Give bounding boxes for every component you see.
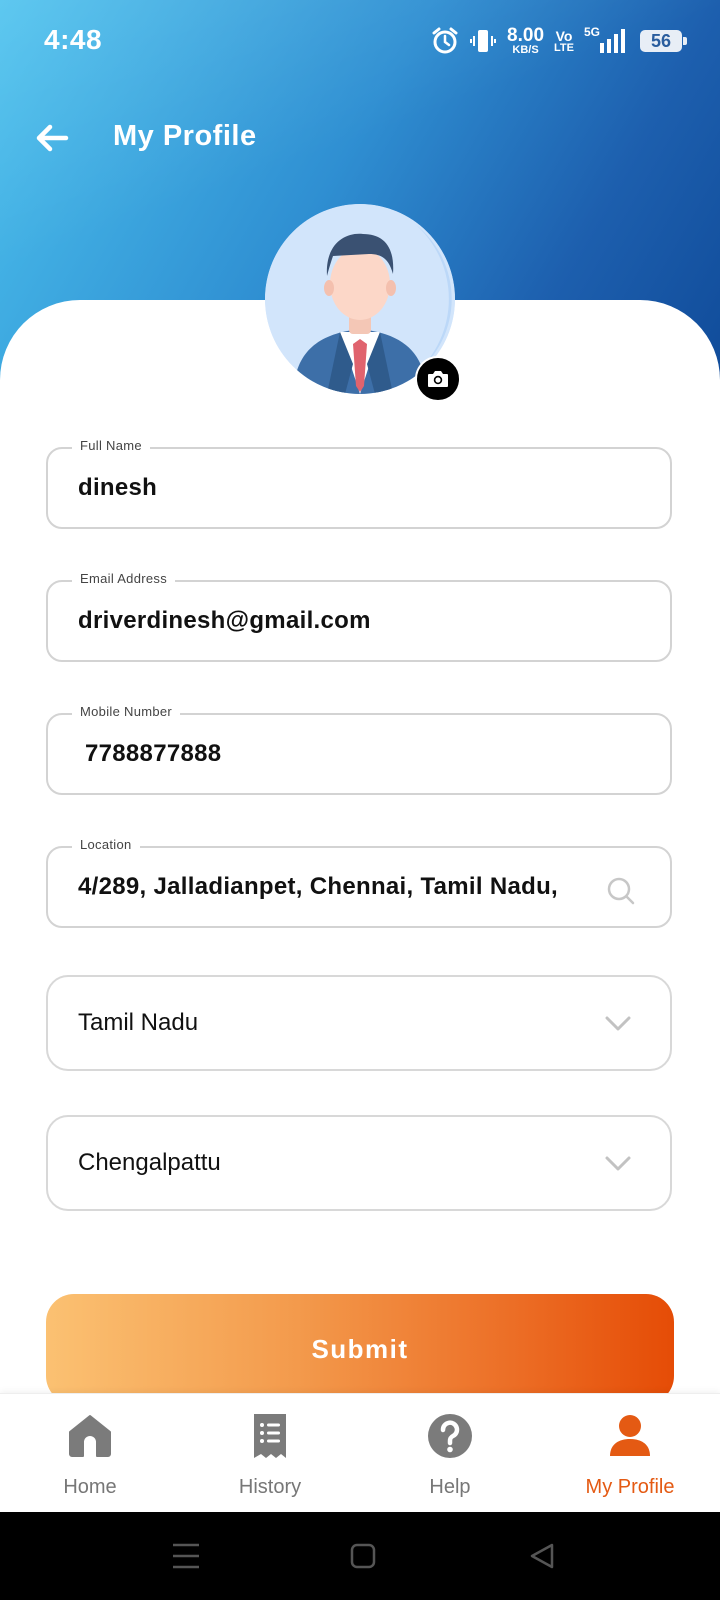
nav-item-home[interactable]: Home [0, 1394, 180, 1512]
full-name-label: Full Name [72, 438, 150, 453]
help-icon [428, 1414, 472, 1458]
location-label: Location [72, 837, 140, 852]
search-icon[interactable] [606, 876, 636, 906]
signal-indicator: 5G [584, 25, 630, 55]
nav-label-help: Help [429, 1476, 471, 1498]
mobile-field[interactable]: Mobile Number 7788877888 [46, 704, 672, 795]
bottom-navigation: Home History Help My Profile [0, 1393, 720, 1512]
nav-item-my-profile[interactable]: My Profile [540, 1394, 720, 1512]
arrow-left-icon[interactable] [32, 118, 72, 158]
state-value: Tamil Nadu [78, 1009, 199, 1036]
receipt-icon [254, 1414, 286, 1458]
nav-item-help[interactable]: Help [360, 1394, 540, 1512]
menu-icon[interactable] [171, 1542, 201, 1570]
network-speed: 8.00 KB/S [507, 26, 544, 56]
nav-label-home: Home [63, 1476, 117, 1498]
chevron-down-icon [605, 1156, 631, 1171]
volte-top: Vo [555, 27, 573, 44]
full-name-field[interactable]: Full Name dinesh [46, 438, 672, 529]
back-button-icon[interactable] [528, 1542, 556, 1570]
avatar-container [265, 204, 461, 402]
system-navigation-bar [0, 1512, 720, 1600]
email-value[interactable]: driverdinesh@gmail.com [78, 607, 371, 635]
mobile-label: Mobile Number [72, 704, 181, 719]
nav-item-history[interactable]: History [180, 1394, 360, 1512]
home-icon [69, 1415, 111, 1457]
volte-indicator: Vo LTE [554, 29, 574, 54]
top-bar: My Profile [0, 100, 720, 180]
nav-label-my-profile: My Profile [585, 1476, 675, 1498]
status-icons: 8.00 KB/S Vo LTE 5G 56 [431, 25, 687, 56]
battery-indicator: 56 [640, 30, 687, 52]
district-value: Chengalpattu [78, 1149, 221, 1176]
status-time: 4:48 [44, 24, 103, 55]
state-select[interactable]: Tamil Nadu [46, 975, 672, 1071]
alarm-icon [432, 27, 458, 54]
submit-button[interactable]: Submit [46, 1294, 674, 1404]
camera-icon [428, 371, 448, 387]
network-speed-unit: KB/S [512, 44, 539, 56]
change-photo-button[interactable] [415, 356, 461, 402]
location-field[interactable]: Location 4/289, Jalladianpet, Chennai, T… [46, 837, 672, 928]
volte-bottom: LTE [554, 41, 574, 54]
district-select[interactable]: Chengalpattu [46, 1115, 672, 1211]
home-button-icon[interactable] [349, 1542, 377, 1570]
email-field[interactable]: Email Address driverdinesh@gmail.com [46, 571, 672, 662]
page-title: My Profile [113, 120, 257, 152]
user-icon [610, 1415, 650, 1456]
status-bar: 4:48 8.00 KB/S Vo LTE 5G 56 [0, 0, 720, 84]
chevron-down-icon [605, 1016, 631, 1031]
network-speed-value: 8.00 [507, 25, 545, 46]
mobile-value[interactable]: 7788877888 [78, 740, 221, 768]
location-value[interactable]: 4/289, Jalladianpet, Chennai, Tamil Nadu… [78, 873, 558, 901]
signal-icon [600, 29, 625, 53]
nav-label-history: History [238, 1476, 302, 1498]
email-label: Email Address [72, 571, 175, 586]
full-name-value[interactable]: dinesh [78, 474, 157, 502]
vibrate-icon [470, 30, 497, 52]
